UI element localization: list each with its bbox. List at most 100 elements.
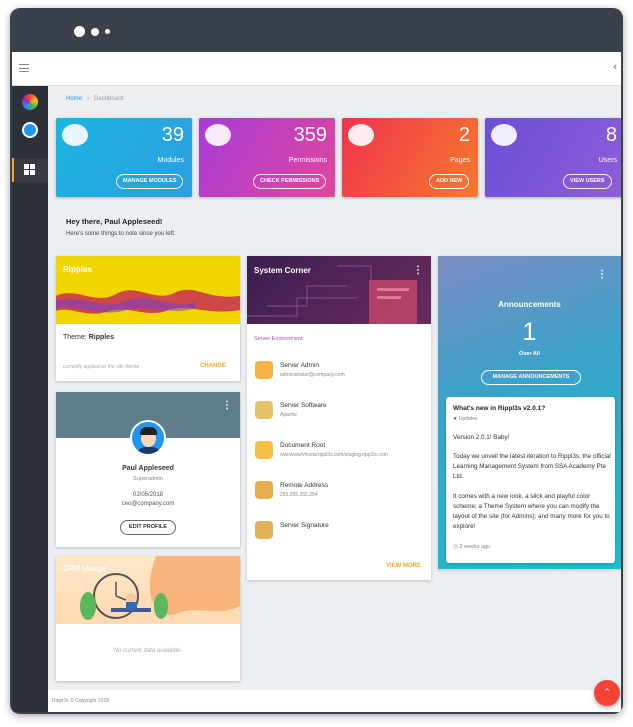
post-paragraph: It comes with a new look, a slick and pl…	[453, 493, 610, 530]
window-dot[interactable]	[105, 29, 110, 34]
post-time-label: 2 weeks ago	[459, 544, 491, 550]
server-info-row: Server Software Apache	[247, 398, 431, 432]
server-info-row: Remote Address 255.255.255.254	[247, 478, 431, 512]
top-bar: ‹	[12, 52, 621, 86]
stat-value: 8	[605, 124, 617, 146]
system-banner: System Corner ⋮	[247, 256, 431, 324]
logo-icon[interactable]	[22, 94, 38, 110]
stat-card-pages: 2 Pages ADD NEW	[342, 118, 478, 197]
users-icon	[491, 124, 517, 146]
check-permissions-button[interactable]: CHECK PERMISSIONS	[253, 174, 327, 189]
server-info-value: /var/www/vhosts/rippl3s.com/staging.ripp…	[280, 452, 388, 458]
more-options-icon[interactable]: ⋮	[222, 400, 232, 411]
stat-card-permissions: 359 Permissions CHECK PERMISSIONS	[199, 118, 335, 197]
post-paragraph: Today we unveil the latest iteration to …	[453, 453, 611, 480]
view-users-button[interactable]: VIEW USERS	[563, 174, 612, 189]
avatar-icon[interactable]	[22, 122, 38, 138]
greeting-subtitle: Here's some things to note since you lef…	[66, 231, 176, 237]
cpu-card: CPU Usage No current data available.	[56, 556, 240, 681]
stat-label: Modules	[157, 157, 184, 164]
folder-icon	[255, 441, 273, 459]
remote-icon	[255, 481, 273, 499]
cpu-card-title: CPU Usage	[63, 564, 107, 573]
server-info-label: Server Software	[280, 402, 327, 409]
announcements-count: 1	[522, 318, 537, 346]
profile-card: ⋮ Paul Appleseed Superadmin 02/05/2018 c…	[56, 392, 240, 547]
breadcrumb-home[interactable]: Home	[66, 96, 82, 102]
profile-role: Superadmin	[133, 476, 163, 482]
server-info-row: Server Admin administrator@company.com	[247, 358, 431, 392]
dashboard-icon	[24, 164, 35, 175]
admin-icon	[255, 361, 273, 379]
star-icon: ★	[453, 416, 458, 422]
clock-icon: ◷	[453, 544, 458, 550]
theme-card-title: Ripples	[63, 265, 92, 274]
server-environment-heading: Server Environment	[254, 336, 303, 342]
system-corner-card: System Corner ⋮ Server Environment Serve…	[247, 256, 431, 580]
manage-announcements-button[interactable]: MANAGE ANNOUNCEMENTS	[481, 370, 581, 385]
view-more-button[interactable]: VIEW MORE	[386, 563, 421, 569]
scroll-to-top-button[interactable]: ⌃	[594, 680, 620, 706]
server-info-row: Server Signature	[247, 518, 431, 552]
theme-label: Theme:	[63, 334, 87, 341]
change-theme-button[interactable]: CHANGE	[200, 363, 226, 369]
theme-value: Ripples	[88, 334, 114, 341]
browser-frame: ‹ Home › Dashboard 39 Modules MANAGE MOD…	[10, 8, 623, 714]
stat-value: 359	[293, 124, 327, 146]
permissions-icon	[205, 124, 231, 146]
window-controls	[74, 26, 110, 37]
system-card-title: System Corner	[254, 266, 311, 275]
server-info-value: 255.255.255.254	[280, 492, 318, 498]
server-info-value: Apache	[280, 412, 297, 418]
chevron-up-icon: ⌃	[603, 687, 611, 697]
stat-value: 39	[161, 124, 184, 146]
stat-value: 2	[458, 124, 470, 146]
stat-card-modules: 39 Modules MANAGE MODULES	[56, 118, 192, 197]
profile-name: Paul Appleseed	[122, 465, 174, 472]
announcement-post[interactable]: What's new in Rippl3s v2.0.1? ★ Updates …	[446, 397, 615, 563]
announcements-count-label: Over All	[519, 351, 540, 357]
post-tag-label: Updates	[458, 416, 478, 422]
modules-icon	[62, 124, 88, 146]
cpu-banner: CPU Usage	[56, 556, 240, 624]
post-paragraph: Version 2.0.1! Baby!	[453, 434, 510, 441]
breadcrumb: Home › Dashboard	[66, 96, 123, 102]
more-options-icon[interactable]: ⋮	[413, 265, 423, 276]
theme-note: currently applied as the site theme	[63, 364, 140, 370]
profile-email: ceo@company.com	[121, 501, 175, 507]
footer-copyright: Rippl3s © Copyright 2018	[52, 698, 110, 704]
stat-label: Users	[598, 157, 617, 164]
profile-date: 02/05/2018	[132, 492, 164, 498]
avatar	[130, 420, 166, 456]
stat-label: Permissions	[288, 157, 327, 164]
manage-modules-button[interactable]: MANAGE MODULES	[116, 174, 184, 189]
app-screen: ‹ Home › Dashboard 39 Modules MANAGE MOD…	[12, 52, 621, 712]
window-dot[interactable]	[91, 27, 99, 36]
breadcrumb-current: Dashboard	[94, 96, 124, 102]
footer: Rippl3s © Copyright 2018	[48, 690, 621, 712]
server-icon	[255, 521, 273, 539]
theme-card: Ripples Theme: Ripples currently applied…	[56, 256, 240, 381]
window-dot[interactable]	[74, 26, 85, 37]
cpu-empty-state: No current data available.	[113, 648, 183, 654]
add-new-button[interactable]: ADD NEW	[429, 174, 470, 189]
chevron-left-icon[interactable]: ‹	[613, 61, 617, 73]
server-info-label: Server Admin	[280, 362, 320, 369]
post-title: What's new in Rippl3s v2.0.1?	[453, 405, 546, 412]
post-time: ◷ 2 weeks ago	[453, 544, 490, 550]
edit-profile-button[interactable]: EDIT PROFILE	[120, 520, 176, 535]
announcements-title: Announcements	[498, 300, 561, 309]
announcements-card: ⋮ Announcements 1 Over All MANAGE ANNOUN…	[438, 256, 621, 569]
post-tag: ★ Updates	[453, 416, 478, 422]
more-options-icon[interactable]: ⋮	[597, 269, 607, 280]
server-info-row: Document Root/var/www/vhosts/rippl3s.com…	[247, 438, 431, 472]
theme-line: Theme: Ripples	[63, 334, 114, 341]
main-content: Home › Dashboard 39 Modules MANAGE MODUL…	[48, 86, 621, 712]
pages-icon	[348, 124, 374, 146]
stat-label: Pages	[450, 157, 470, 164]
breadcrumb-separator: ›	[87, 96, 90, 102]
server-info-value: administrator@company.com	[280, 372, 345, 378]
stat-card-users: 8 Users VIEW USERS	[485, 118, 621, 197]
menu-icon[interactable]	[19, 64, 29, 72]
software-icon	[255, 401, 273, 419]
